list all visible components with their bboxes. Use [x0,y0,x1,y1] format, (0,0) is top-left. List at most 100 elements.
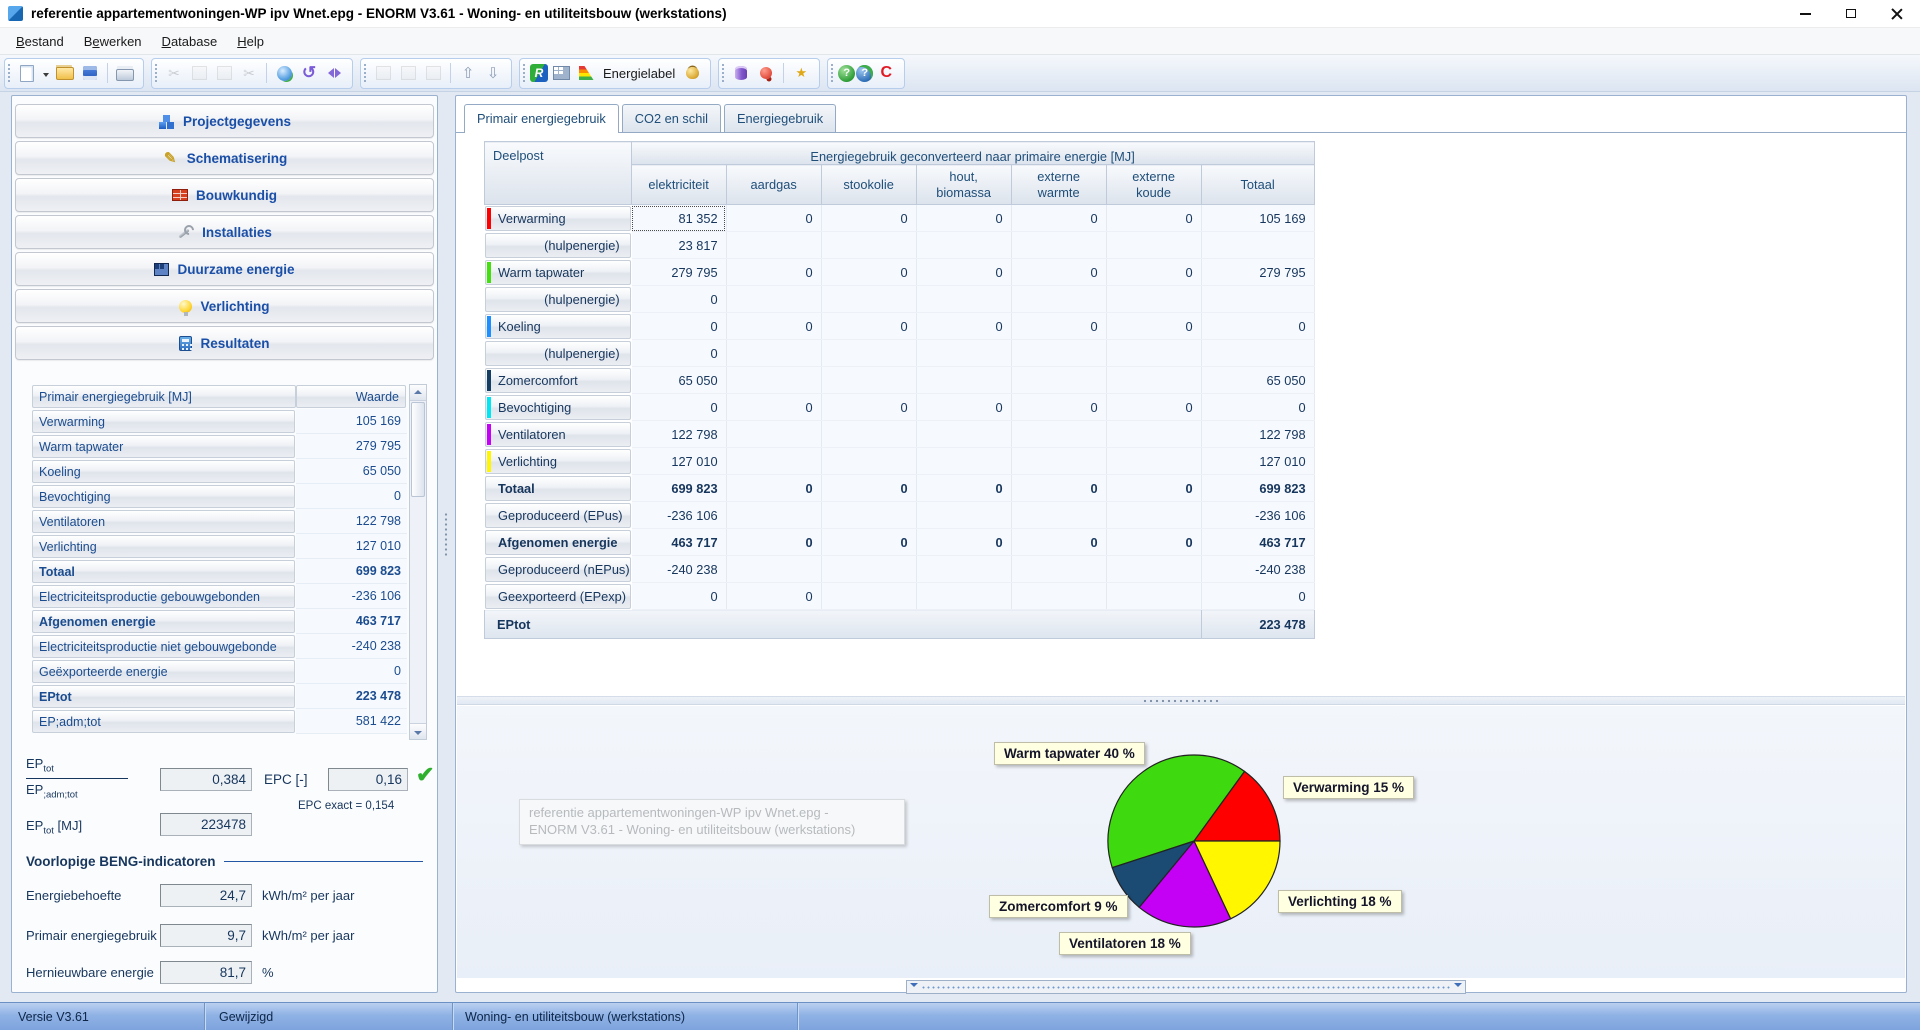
cell[interactable]: 0 [726,313,821,340]
cell[interactable]: 0 [821,394,916,421]
sidebar-item-projectgegevens[interactable]: Projectgegevens [15,104,434,138]
sidebar-item-verlichting[interactable]: Verlichting [15,289,434,323]
cell[interactable]: 0 [1011,205,1106,232]
maximize-button[interactable] [1828,0,1874,27]
cell[interactable]: -236 106 [631,502,726,529]
cell[interactable] [1106,340,1201,367]
cell[interactable] [726,286,821,313]
delete-icon[interactable]: ✂ [237,61,261,85]
new-document-icon[interactable] [15,61,39,85]
cell[interactable]: 122 798 [631,421,726,448]
cell[interactable]: 0 [916,475,1011,502]
cell[interactable]: 699 823 [631,475,726,502]
cell[interactable] [1011,340,1106,367]
new-dropdown-icon[interactable] [40,61,52,85]
cell[interactable] [726,502,821,529]
print-icon[interactable] [113,61,137,85]
cell[interactable]: 105 169 [1201,205,1314,232]
cell[interactable]: 122 798 [1201,421,1314,448]
result-row-ventilatoren[interactable]: Ventilatoren122 798 [32,509,407,534]
cell[interactable]: 0 [1106,259,1201,286]
cell[interactable]: 0 [821,529,916,556]
cell[interactable]: 0 [726,475,821,502]
sidebar-item-bouwkundig[interactable]: Bouwkundig [15,178,434,212]
cell[interactable]: -240 238 [1201,556,1314,583]
result-row-ge-xporteerde-energie[interactable]: Geëxporteerde energie0 [32,659,407,684]
cell[interactable] [726,367,821,394]
cell[interactable] [1106,286,1201,313]
cell[interactable]: 0 [726,259,821,286]
cell[interactable]: 0 [1201,313,1314,340]
cell[interactable]: 0 [1106,394,1201,421]
recalculate-icon[interactable]: C [874,61,898,85]
cell[interactable] [1106,367,1201,394]
cell[interactable]: 81 352 [631,205,726,232]
online-help-icon[interactable]: ? [856,65,873,82]
cell[interactable]: 0 [821,313,916,340]
mirror-icon[interactable] [322,61,346,85]
cell[interactable] [821,556,916,583]
result-row-electriciteitsproductie-gebouwgebonden[interactable]: Electriciteitsproductie gebouwgebonden-2… [32,584,407,609]
cell[interactable]: 0 [1011,313,1106,340]
cell[interactable] [1011,502,1106,529]
bottom-slider[interactable] [906,980,1466,994]
cell[interactable]: 23 817 [631,232,726,259]
insert-zone-icon[interactable] [371,61,395,85]
cell[interactable]: 0 [1106,313,1201,340]
cell[interactable] [726,421,821,448]
cell[interactable] [1011,286,1106,313]
menu-item-bestand[interactable]: Bestand [6,30,74,53]
cell[interactable]: 699 823 [1201,475,1314,502]
cell[interactable]: 0 [821,205,916,232]
cell[interactable]: 0 [1106,475,1201,502]
cell[interactable] [1106,556,1201,583]
cell[interactable] [1011,421,1106,448]
energy-label-icon[interactable] [574,61,598,85]
calculation-icon[interactable]: R [530,64,548,82]
cut-icon[interactable]: ✂ [162,61,186,85]
cell[interactable] [1011,367,1106,394]
tab-primair-energiegebruik[interactable]: Primair energiegebruik [464,104,619,132]
costs-icon[interactable] [680,61,704,85]
cell[interactable]: 0 [631,340,726,367]
wizard-icon[interactable]: ★ [789,61,813,85]
cell[interactable] [821,286,916,313]
scroll-thumb[interactable] [411,402,425,497]
result-row-totaal[interactable]: Totaal699 823 [32,559,407,584]
cell[interactable]: 0 [631,394,726,421]
cell[interactable]: 463 717 [631,529,726,556]
open-file-icon[interactable] [53,61,77,85]
cell[interactable] [1106,448,1201,475]
cell[interactable] [726,232,821,259]
result-row-koeling[interactable]: Koeling65 050 [32,459,407,484]
copy-icon[interactable] [187,61,211,85]
vertical-splitter[interactable] [443,512,449,558]
cell[interactable]: 463 717 [1201,529,1314,556]
result-row-eptot[interactable]: EPtot223 478 [32,684,407,709]
paste-zone-icon[interactable] [421,61,445,85]
results-scrollbar[interactable] [409,384,427,740]
tab-co2-en-schil[interactable]: CO2 en schil [622,104,721,132]
rotate-left-icon[interactable]: ↺ [297,61,321,85]
menu-item-database[interactable]: Database [152,30,228,53]
cell[interactable] [1011,232,1106,259]
result-row-bevochtiging[interactable]: Bevochtiging0 [32,484,407,509]
cell[interactable]: 0 [916,205,1011,232]
cell[interactable]: 0 [916,259,1011,286]
cell[interactable]: 65 050 [631,367,726,394]
tab-energiegebruik[interactable]: Energiegebruik [724,104,836,132]
cell[interactable] [916,286,1011,313]
cell[interactable] [726,556,821,583]
cell[interactable]: 0 [1106,529,1201,556]
cell[interactable]: 0 [1011,529,1106,556]
minimize-button[interactable] [1782,0,1828,27]
cell[interactable] [1011,556,1106,583]
cell[interactable] [821,421,916,448]
cell[interactable] [821,502,916,529]
result-row-warm-tapwater[interactable]: Warm tapwater279 795 [32,434,407,459]
cell[interactable]: 0 [1201,583,1314,610]
cell[interactable]: 0 [916,529,1011,556]
sidebar-item-duurzame-energie[interactable]: Duurzame energie [15,252,434,286]
cell[interactable] [1011,583,1106,610]
cell[interactable]: 65 050 [1201,367,1314,394]
